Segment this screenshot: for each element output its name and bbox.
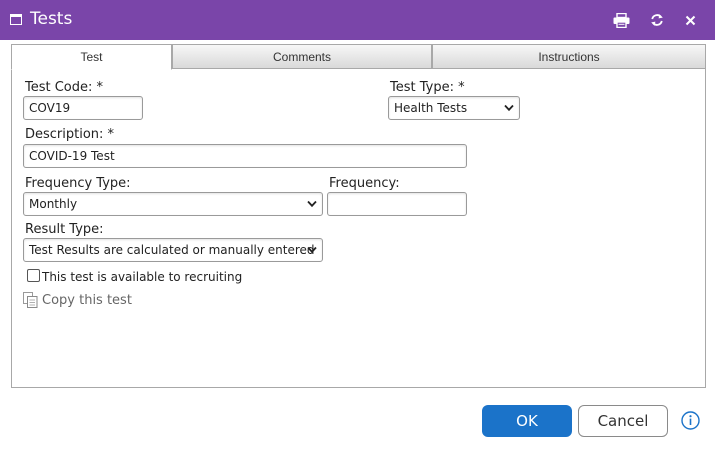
test-code-input[interactable]: COV19 bbox=[23, 96, 143, 120]
result-type-value: Test Results are calculated or manually … bbox=[29, 243, 315, 257]
ok-button[interactable]: OK bbox=[482, 405, 572, 437]
cancel-button[interactable]: Cancel bbox=[578, 405, 668, 437]
print-icon[interactable] bbox=[611, 10, 631, 30]
copy-test-link[interactable]: Copy this test bbox=[23, 292, 132, 308]
chevron-down-icon bbox=[307, 246, 317, 254]
result-type-select[interactable]: Test Results are calculated or manually … bbox=[23, 238, 323, 262]
refresh-icon[interactable] bbox=[647, 10, 667, 30]
recruiting-checkbox-label: This test is available to recruiting bbox=[42, 270, 243, 284]
close-icon[interactable] bbox=[680, 10, 700, 30]
test-type-label: Test Type: * bbox=[390, 80, 465, 95]
copy-document-icon bbox=[23, 292, 38, 308]
frequency-type-select[interactable]: Monthly bbox=[23, 192, 323, 216]
tab-comments[interactable]: Comments bbox=[172, 44, 432, 69]
tab-instructions[interactable]: Instructions bbox=[432, 44, 706, 69]
frequency-label: Frequency: bbox=[329, 176, 400, 191]
test-type-value: Health Tests bbox=[394, 101, 468, 115]
tab-test[interactable]: Test bbox=[11, 44, 172, 70]
title-bar: Tests bbox=[0, 0, 715, 40]
tab-bar: Test Comments Instructions bbox=[11, 44, 706, 70]
recruiting-checkbox[interactable] bbox=[27, 269, 40, 282]
frequency-type-label: Frequency Type: bbox=[25, 176, 131, 191]
info-icon[interactable] bbox=[681, 411, 700, 430]
frequency-input[interactable] bbox=[327, 192, 467, 216]
chevron-down-icon bbox=[504, 104, 514, 112]
chevron-down-icon bbox=[307, 200, 317, 208]
description-input[interactable]: COVID-19 Test bbox=[23, 144, 467, 168]
tests-dialog: Tests Test Comments Instructions Test Co… bbox=[0, 0, 715, 451]
description-label: Description: * bbox=[25, 127, 115, 142]
frequency-type-value: Monthly bbox=[29, 197, 78, 211]
test-type-select[interactable]: Health Tests bbox=[388, 96, 520, 120]
test-code-label: Test Code: * bbox=[25, 80, 104, 95]
result-type-label: Result Type: bbox=[25, 222, 104, 237]
dialog-title: Tests bbox=[30, 9, 73, 29]
window-icon bbox=[10, 14, 22, 25]
copy-test-label: Copy this test bbox=[42, 292, 132, 308]
